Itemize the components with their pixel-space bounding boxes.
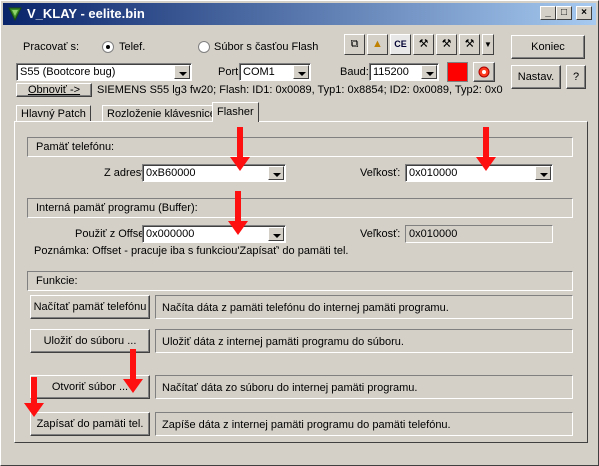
read-phone-memory-description: Načíta dáta z pamäti telefónu do interne… — [155, 295, 573, 319]
baud-value: 115200 — [373, 66, 409, 78]
chevron-down-icon[interactable] — [268, 227, 284, 241]
radio-file-label: Súbor s časťou Flash — [214, 41, 319, 53]
save-to-file-description: Uložiť dáta z internej pamäti programu d… — [155, 329, 573, 353]
copy-button[interactable]: ⧉ — [344, 34, 365, 55]
maximize-button[interactable]: □ — [556, 6, 572, 20]
write-phone-memory-button[interactable]: Zapísať do pamäti tel. — [30, 412, 150, 436]
app-icon — [8, 7, 22, 22]
tab-keyboard-layout[interactable]: Rozloženie klávesnice — [102, 105, 221, 122]
annotation-arrow — [24, 377, 44, 417]
ce-icon: CE — [394, 39, 407, 49]
bell-icon: ▲ — [372, 38, 383, 50]
minimize-icon: _ — [545, 7, 551, 18]
gear-icon — [478, 66, 490, 78]
window-title: V_KLAY - eelite.bin — [27, 6, 145, 21]
exit-button[interactable]: Koniec — [511, 35, 585, 59]
tools-2-button[interactable]: ⚒ — [436, 34, 457, 55]
settings-button[interactable]: Nastav. — [511, 65, 561, 89]
buffer-title: Interná pamäť programu (Buffer): — [36, 202, 198, 214]
baud-combo[interactable]: 115200 — [369, 63, 439, 81]
buffer-header: Interná pamäť programu (Buffer): — [27, 198, 573, 218]
status-indicator — [447, 62, 468, 82]
toolbar-dropdown[interactable]: ▼ — [482, 34, 494, 55]
help-button[interactable]: ? — [566, 65, 586, 89]
functions-header: Funkcie: — [27, 271, 573, 291]
model-combo[interactable]: S55 (Bootcore bug) — [16, 63, 192, 81]
close-button[interactable]: × — [576, 6, 592, 20]
chevron-down-icon[interactable] — [293, 65, 309, 79]
tools-icon: ⚒ — [418, 38, 429, 50]
chevron-down-icon[interactable] — [268, 166, 284, 180]
annotation-arrow — [230, 127, 250, 171]
tools-3-button[interactable]: ⚒ — [459, 34, 480, 55]
tools-3-icon: ⚒ — [464, 38, 475, 50]
chevron-down-icon[interactable] — [535, 166, 551, 180]
gear-button[interactable] — [473, 62, 495, 82]
read-phone-memory-button[interactable]: Načítať pamäť telefónu — [30, 295, 150, 319]
ce-button[interactable]: CE — [390, 34, 411, 55]
title-bar[interactable]: V_KLAY - eelite.bin _ □ × — [3, 3, 596, 25]
port-value: COM1 — [243, 66, 275, 78]
radio-phone[interactable] — [102, 41, 114, 53]
maximize-icon: □ — [560, 7, 568, 18]
annotation-arrow — [228, 191, 248, 235]
open-file-description: Načítať dáta zo súboru do internej pamät… — [155, 375, 573, 399]
from-address-combo[interactable]: 0xB60000 — [142, 164, 286, 182]
tools-2-icon: ⚒ — [441, 38, 452, 50]
size-label: Veľkosť: — [360, 167, 401, 179]
flasher-panel: Pamäť telefónu: Z adresy: 0xB60000 Veľko… — [14, 121, 588, 443]
from-address-value: 0xB60000 — [146, 167, 196, 179]
offset-value: 0x000000 — [146, 228, 195, 240]
minimize-button[interactable]: _ — [540, 6, 556, 20]
close-icon: × — [581, 7, 587, 18]
chevron-down-icon[interactable] — [174, 65, 190, 79]
tools-button[interactable]: ⚒ — [413, 34, 434, 55]
copy-icon: ⧉ — [350, 38, 359, 50]
size-value: 0x010000 — [409, 167, 458, 179]
tab-main-patch[interactable]: Hlavný Patch — [16, 105, 91, 122]
buffer-size-field: 0x010000 — [405, 225, 553, 243]
model-value: S55 (Bootcore bug) — [20, 66, 116, 78]
buffer-size-value: 0x010000 — [409, 228, 458, 240]
phone-info: SIEMENS S55 lg3 fw20; Flash: ID1: 0x0089… — [97, 84, 503, 96]
annotation-arrow — [123, 349, 143, 393]
port-combo[interactable]: COM1 — [239, 63, 311, 81]
tab-flasher[interactable]: Flasher — [212, 102, 259, 122]
app-window: V_KLAY - eelite.bin _ □ × Pracovať s: Te… — [0, 0, 599, 466]
refresh-button[interactable]: Obnoviť -> — [16, 83, 92, 97]
offset-combo[interactable]: 0x000000 — [142, 225, 286, 243]
write-phone-memory-description: Zapíše dáta z internej pamäti programu d… — [155, 412, 573, 436]
bell-button[interactable]: ▲ — [367, 34, 388, 55]
chevron-down-icon[interactable] — [421, 65, 437, 79]
annotation-arrow — [476, 127, 496, 171]
port-label: Port — [218, 66, 239, 78]
functions-title: Funkcie: — [36, 275, 78, 287]
buffer-size-label: Veľkosť: — [360, 228, 401, 240]
dropdown-icon: ▼ — [484, 40, 492, 49]
baud-label: Baud: — [340, 66, 369, 78]
radio-file[interactable] — [198, 41, 210, 53]
offset-note: Poznámka: Offset - pracuje iba s funkcio… — [34, 245, 349, 257]
phone-memory-title: Pamäť telefónu: — [36, 141, 115, 153]
radio-phone-label: Telef. — [119, 41, 146, 53]
mode-label: Pracovať s: — [23, 41, 80, 53]
